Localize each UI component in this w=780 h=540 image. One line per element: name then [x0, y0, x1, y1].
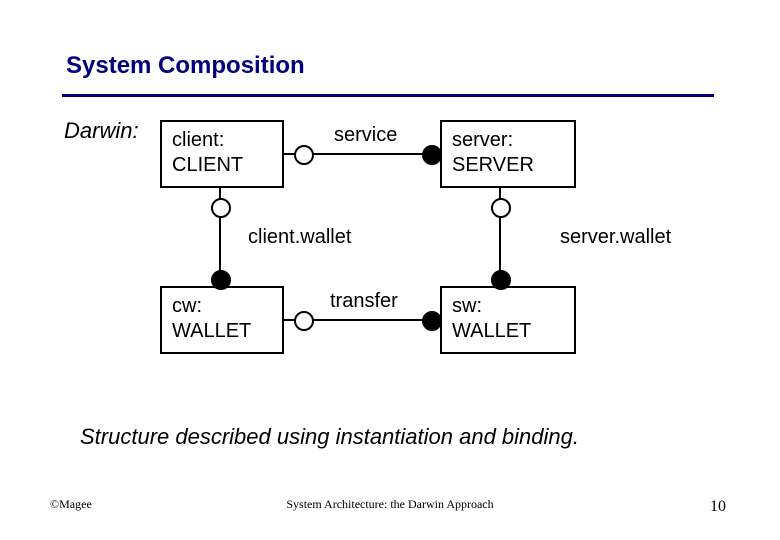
box-sw-line1: sw:: [452, 294, 564, 319]
darwin-label: Darwin:: [64, 118, 139, 144]
slide-title: System Composition: [66, 52, 305, 80]
box-cw: cw: WALLET: [160, 286, 284, 354]
box-client-line2: CLIENT: [172, 153, 272, 178]
transfer-label: transfer: [330, 290, 398, 313]
sw-transfer-port-icon: [422, 311, 442, 331]
box-cw-line1: cw:: [172, 294, 272, 319]
box-sw: sw: WALLET: [440, 286, 576, 354]
box-client-line1: client:: [172, 128, 272, 153]
diagram: client: CLIENT server: SERVER cw: WALLET…: [160, 120, 720, 380]
server-wallet-port-top-icon: [491, 198, 511, 218]
box-server-line2: SERVER: [452, 153, 564, 178]
cw-wallet-port-icon: [211, 270, 231, 290]
title-rule: [62, 94, 714, 97]
server-wallet-link: [499, 216, 501, 272]
client-wallet-port-top-icon: [211, 198, 231, 218]
service-link: [312, 153, 424, 155]
sw-wallet-port-icon: [491, 270, 511, 290]
transfer-link: [312, 319, 424, 321]
footer-center: System Architecture: the Darwin Approach: [0, 497, 780, 512]
slide: System Composition Darwin: client: CLIEN…: [0, 0, 780, 540]
box-server-line1: server:: [452, 128, 564, 153]
cw-transfer-port-icon: [294, 311, 314, 331]
caption: Structure described using instantiation …: [80, 424, 720, 450]
box-client: client: CLIENT: [160, 120, 284, 188]
client-wallet-label: client.wallet: [248, 226, 351, 249]
footer-page-number: 10: [710, 498, 726, 516]
box-server: server: SERVER: [440, 120, 576, 188]
client-service-port-icon: [294, 145, 314, 165]
server-service-port-icon: [422, 145, 442, 165]
box-cw-line2: WALLET: [172, 319, 272, 344]
service-label: service: [334, 124, 397, 147]
client-wallet-link: [219, 216, 221, 272]
box-sw-line2: WALLET: [452, 319, 564, 344]
server-wallet-label: server.wallet: [560, 226, 671, 249]
